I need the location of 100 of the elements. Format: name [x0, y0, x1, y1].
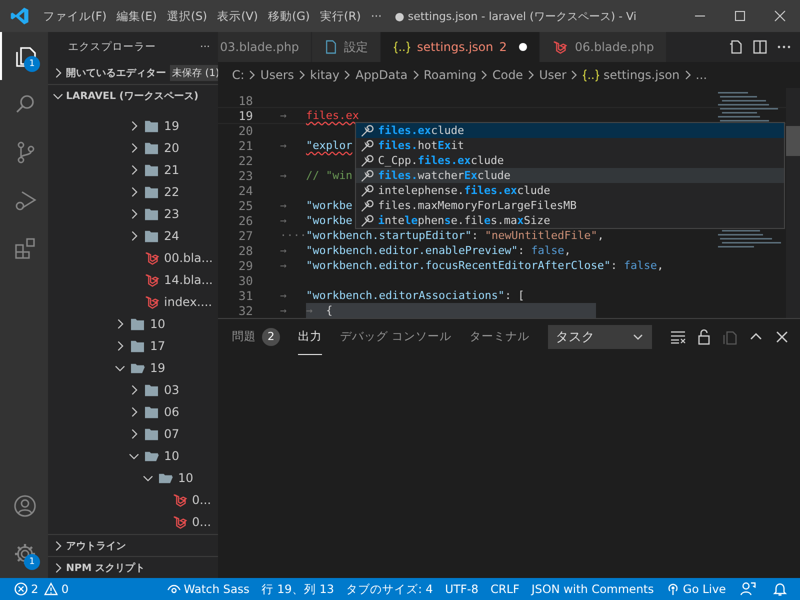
menu-item[interactable]: 編集(E) [112, 6, 162, 26]
account-icon[interactable] [13, 494, 37, 518]
split-editor-icon[interactable] [752, 39, 768, 55]
breadcrumb-item[interactable]: settings.json [603, 68, 680, 82]
suggestion-item[interactable]: intelephense.files.exclude [356, 183, 784, 198]
suggestion-item[interactable]: files.watcherExclude [356, 168, 784, 183]
suggestion-item[interactable]: files.hotExit [356, 138, 784, 153]
chevron-icon [342, 69, 352, 81]
whitespace-marker: → [280, 169, 287, 182]
close-icon[interactable] [774, 10, 786, 22]
laravel-icon [172, 514, 187, 530]
scrollbar[interactable] [786, 88, 800, 318]
bell-icon[interactable] [772, 581, 788, 597]
panel-tab[interactable]: ターミナル [470, 319, 530, 355]
status-item[interactable]: 行 19、列 13 [256, 582, 340, 596]
status-item[interactable]: CRLF [484, 582, 526, 596]
editor-tab[interactable]: 06.blade.php [540, 32, 667, 62]
menu-item[interactable]: ファイル(F) [38, 6, 112, 26]
panel-tab[interactable]: デバッグ コンソール [340, 319, 452, 355]
folder-icon [130, 340, 145, 352]
section-title[interactable]: アウトライン [66, 538, 126, 552]
status-item[interactable]: JSON with Comments [526, 582, 660, 596]
status-item[interactable]: UTF-8 [438, 582, 484, 596]
file-name[interactable]: index.... [164, 295, 212, 309]
code-text: , [564, 244, 571, 257]
menu-item[interactable]: 表示(V) [212, 6, 263, 26]
breadcrumb-item[interactable]: Users [260, 68, 294, 82]
breadcrumb-item[interactable]: Code [492, 68, 524, 82]
folder-icon [144, 450, 159, 462]
folder-name[interactable]: 17 [150, 339, 166, 353]
menu-item[interactable]: 実行(R) [314, 6, 366, 26]
folder-name[interactable]: 24 [164, 229, 180, 243]
breadcrumb-item[interactable]: kitay [310, 68, 340, 82]
line-number: 32 [238, 304, 253, 318]
whitespace-marker: → [280, 259, 287, 272]
more-button[interactable]: ··· [200, 41, 210, 53]
code-text: "workbench.editor.focusRecentEditorAfterClose" [306, 259, 611, 272]
breadcrumb-item[interactable]: User [539, 68, 566, 82]
folder-name[interactable]: 19 [150, 361, 166, 375]
problems-status[interactable]: 2 0 [0, 582, 75, 596]
chevron-icon [682, 69, 693, 81]
feedback-icon[interactable] [740, 581, 756, 597]
line-number: 26 [238, 214, 253, 228]
maximize-icon[interactable] [734, 10, 746, 22]
folder-name[interactable]: 07 [164, 427, 180, 441]
file-name[interactable]: 0... [192, 493, 212, 507]
files-icon[interactable] [13, 44, 37, 68]
editor-tab[interactable]: 03.blade.php [218, 32, 312, 62]
suggestion-item[interactable]: C_Cpp.files.exclude [356, 153, 784, 168]
folder-name[interactable]: 20 [164, 141, 180, 155]
whitespace-marker: ···· [280, 229, 306, 242]
folder-name[interactable]: 03 [164, 383, 180, 397]
scrollbar-thumb[interactable] [786, 126, 800, 156]
menu-item[interactable]: 選択(S) [162, 6, 212, 26]
editor-tab[interactable]: 設定 [312, 32, 382, 62]
suggestion-item[interactable]: files.exclude [356, 123, 784, 138]
breadcrumb-item[interactable]: AppData [355, 68, 408, 82]
clear-output-icon[interactable] [670, 329, 686, 345]
folder-icon [130, 318, 145, 330]
file-name[interactable]: 0... [192, 515, 212, 529]
code-text: false [624, 259, 658, 272]
folder-name[interactable]: 19 [164, 119, 180, 133]
close-icon[interactable] [774, 329, 790, 345]
editor-tab[interactable]: settings.json 2 [381, 32, 540, 62]
folder-name[interactable]: 06 [164, 405, 180, 419]
section-title[interactable]: 開いているエディター [66, 66, 166, 80]
folder-name[interactable]: 23 [164, 207, 180, 221]
folder-icon [144, 384, 159, 396]
folder-icon [144, 120, 159, 132]
folder-name[interactable]: 10 [178, 471, 194, 485]
panel-tab[interactable]: 出力 [298, 319, 322, 355]
folder-name[interactable]: 22 [164, 185, 180, 199]
breadcrumb-item[interactable]: C: [232, 68, 244, 82]
code-text: "workbe [306, 214, 352, 227]
panel-tab[interactable]: 問題 2 [232, 319, 280, 355]
status-item[interactable]: Go Live [660, 582, 732, 596]
suggestion-item[interactable]: intelephense.files.maxSize [356, 213, 784, 228]
laravel-icon [144, 272, 159, 288]
menu-item[interactable]: 移動(G) [262, 6, 315, 26]
status-item[interactable]: タブのサイズ: 4 [340, 582, 439, 596]
breadcrumb-item[interactable]: Roaming [424, 68, 476, 82]
status-item[interactable]: Watch Sass [160, 582, 256, 596]
file-name[interactable]: 00.bla... [164, 251, 213, 265]
chevron-icon [479, 69, 490, 81]
menu-item[interactable]: ··· [366, 6, 387, 26]
open-preview-icon[interactable] [728, 39, 744, 55]
chevron-icon [247, 69, 258, 81]
extensions-icon[interactable] [13, 236, 37, 260]
breadcrumb-item[interactable]: ... [696, 68, 708, 82]
folder-name[interactable]: 21 [164, 163, 180, 177]
vscode-logo [10, 6, 30, 26]
output-dropdown[interactable]: タスク [548, 325, 652, 349]
suggestion-item[interactable]: files.maxMemoryForLargeFilesMB [356, 198, 784, 213]
section-title[interactable]: NPM スクリプト [66, 560, 146, 574]
section-title[interactable]: LARAVEL (ワークスペース) [66, 88, 198, 102]
error-icon [14, 582, 28, 596]
folder-name[interactable]: 10 [150, 317, 166, 331]
file-name[interactable]: 14.bla... [164, 273, 213, 287]
folder-name[interactable]: 10 [164, 449, 180, 463]
lock-icon[interactable] [696, 329, 712, 345]
